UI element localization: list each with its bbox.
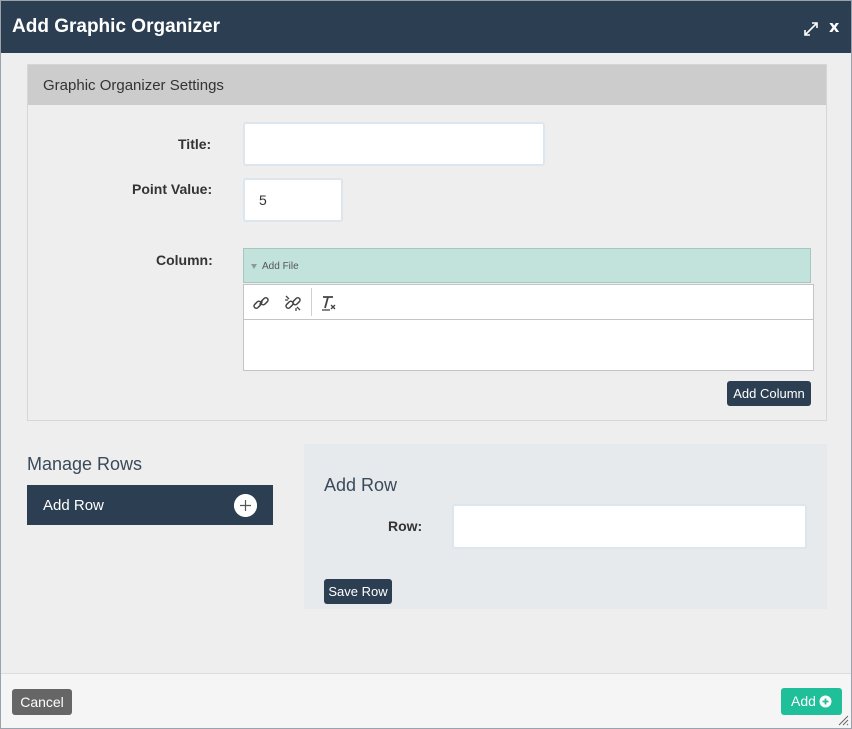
remove-format-icon[interactable] [318, 293, 338, 313]
point-value-label: Point Value: [132, 181, 213, 197]
editor-toolbar [244, 285, 813, 320]
add-row-heading: Add Row [324, 475, 398, 495]
point-value-input[interactable] [243, 178, 343, 222]
toolbar-divider [311, 288, 312, 316]
add-button-label: Add [791, 693, 816, 709]
title-input[interactable] [243, 122, 545, 166]
close-button[interactable]: x [829, 17, 839, 36]
add-button[interactable]: Add [781, 688, 842, 715]
row-input[interactable] [452, 504, 807, 549]
caret-down-icon [251, 264, 257, 269]
add-file-label: Add File [262, 261, 299, 272]
plus-circle-icon [819, 695, 832, 708]
cancel-button[interactable]: Cancel [12, 689, 72, 715]
add-row-list-label: Add Row [43, 497, 104, 514]
settings-panel: Graphic Organizer Settings Title: Point … [27, 64, 827, 421]
column-rich-text-editor [243, 284, 814, 371]
add-row-list-item[interactable]: Add Row [27, 485, 273, 525]
unlink-icon[interactable] [283, 293, 303, 313]
expand-icon[interactable] [802, 20, 820, 38]
settings-header: Graphic Organizer Settings [28, 65, 826, 105]
save-row-button[interactable]: Save Row [324, 579, 392, 604]
settings-header-label: Graphic Organizer Settings [43, 77, 224, 94]
row-label: Row: [388, 518, 423, 534]
plus-icon[interactable] [234, 494, 257, 517]
dialog-titlebar[interactable]: Add Graphic Organizer x [1, 1, 851, 53]
dialog-footer: Cancel Add [1, 673, 851, 728]
dialog-title: Add Graphic Organizer [12, 16, 220, 37]
add-graphic-organizer-dialog: Add Graphic Organizer x Graphic Organize… [0, 0, 852, 729]
link-icon[interactable] [251, 293, 271, 313]
column-label: Column: [156, 252, 213, 268]
add-file-toggle[interactable]: Add File [243, 248, 811, 283]
resize-grip-icon[interactable] [837, 714, 849, 726]
title-label: Title: [178, 136, 212, 152]
manage-rows-title: Manage Rows [27, 454, 143, 474]
add-row-panel: Add Row Row: Save Row [304, 444, 827, 609]
add-column-button[interactable]: Add Column [727, 381, 811, 406]
editor-content-area[interactable] [244, 321, 813, 370]
